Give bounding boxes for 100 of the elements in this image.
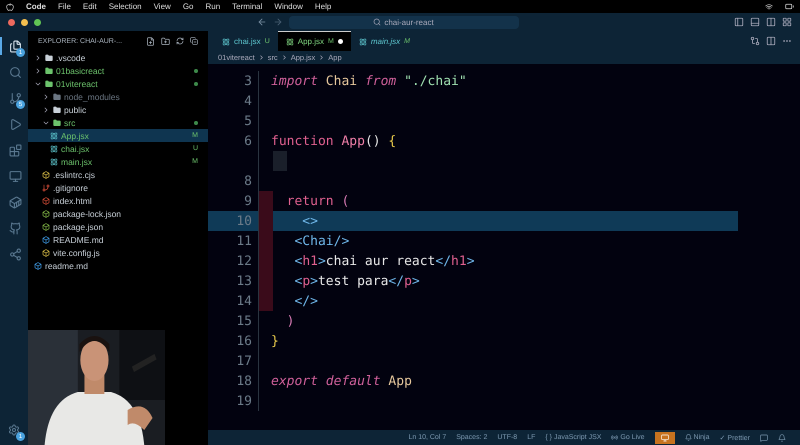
- file-tree-item[interactable]: vite.config.js: [28, 246, 208, 259]
- line-number: 13: [235, 274, 253, 288]
- code-line: <p>test para</p>: [293, 274, 420, 288]
- remote-icon: [8, 170, 22, 182]
- react-icon: [50, 132, 58, 140]
- menu-item[interactable]: Run: [205, 2, 220, 11]
- file-tree-item[interactable]: README.md: [28, 233, 208, 246]
- search-field[interactable]: chai-aur-react: [288, 16, 518, 28]
- file-tree-item[interactable]: index.html: [28, 194, 208, 207]
- refresh-icon[interactable]: [176, 37, 184, 45]
- share-icon: [8, 248, 22, 260]
- folder-icon: [45, 54, 53, 62]
- folder-icon: [45, 66, 53, 74]
- files-icon: [8, 40, 22, 52]
- menu-item[interactable]: View: [154, 2, 171, 11]
- notification-icon[interactable]: [778, 434, 786, 442]
- git-icon: [42, 184, 50, 192]
- folder-icon: [53, 118, 61, 126]
- code-line: </>: [293, 294, 318, 308]
- new-file-icon[interactable]: [146, 36, 155, 46]
- line-number: 19: [235, 394, 253, 408]
- folder-icon: [53, 92, 61, 100]
- github-icon: [8, 222, 22, 234]
- menu-item[interactable]: Help: [314, 2, 332, 11]
- sidebar-toggle-icon[interactable]: [734, 17, 744, 27]
- code-line: <>: [301, 214, 318, 228]
- line-number: 4: [243, 94, 253, 108]
- feedback-icon[interactable]: [760, 434, 768, 442]
- line-number: 6: [243, 134, 253, 148]
- code-line: export default App: [271, 374, 412, 388]
- split-editor-icon[interactable]: [766, 36, 776, 46]
- line-number: 17: [235, 354, 253, 368]
- file-tree-item[interactable]: package.json: [28, 220, 208, 233]
- battery-icon[interactable]: [785, 2, 794, 11]
- line-number: 15: [235, 314, 253, 328]
- code-line: ): [286, 314, 294, 328]
- folder-icon: [53, 106, 61, 114]
- minimize-button[interactable]: [21, 18, 28, 26]
- maximize-button[interactable]: [34, 18, 41, 26]
- menu-item[interactable]: Terminal: [232, 2, 262, 11]
- panel-toggle-icon[interactable]: [750, 17, 760, 27]
- file-tree-item[interactable]: .eslintrc.cjs: [28, 168, 208, 181]
- menu-item[interactable]: Selection: [108, 2, 142, 11]
- line-number: 11: [235, 234, 253, 248]
- broadcast-icon: [611, 434, 618, 441]
- bell-icon: [684, 434, 692, 441]
- code-line: }: [271, 334, 279, 348]
- menu-item[interactable]: File: [58, 2, 71, 11]
- line-number: 14: [235, 294, 253, 308]
- menu-item[interactable]: Code: [26, 2, 46, 11]
- forward-icon[interactable]: [272, 17, 282, 27]
- file-tree-item[interactable]: src: [28, 116, 208, 129]
- chevron-right-icon: [318, 54, 326, 61]
- search-icon: [8, 66, 22, 78]
- docker-icon: [8, 196, 22, 208]
- file-tree-item[interactable]: .vscode: [28, 51, 208, 64]
- close-button[interactable]: [8, 18, 15, 26]
- wifi-icon[interactable]: [765, 2, 773, 10]
- line-number: 12: [235, 254, 253, 268]
- new-folder-icon[interactable]: [161, 36, 170, 46]
- git-icon: [8, 92, 22, 104]
- apple-icon[interactable]: [6, 2, 14, 10]
- file-tree-item[interactable]: node_modules: [28, 90, 208, 103]
- extensions-icon: [8, 144, 22, 156]
- file-tree-item[interactable]: package-lock.json: [28, 207, 208, 220]
- file-tree-item[interactable]: readme.md: [28, 259, 208, 272]
- react-icon: [358, 38, 367, 46]
- file-tree-item[interactable]: 01vitereact: [28, 77, 208, 90]
- back-icon[interactable]: [256, 17, 266, 27]
- run-icon: [8, 118, 22, 130]
- react-icon: [50, 158, 58, 166]
- code-line: return (: [286, 194, 350, 208]
- line-number: 8: [243, 174, 253, 188]
- chevron-right-icon: [258, 54, 265, 61]
- file-tree-item[interactable]: 01basicreact: [28, 64, 208, 77]
- layout-icon[interactable]: [782, 17, 792, 27]
- react-icon: [286, 38, 294, 46]
- monitor-icon: [660, 434, 669, 442]
- line-number: 5: [243, 114, 253, 128]
- line-number: 3: [243, 74, 253, 88]
- line-number: 16: [235, 334, 253, 348]
- search-icon: [373, 18, 382, 26]
- file-tree-item[interactable]: .gitignore: [28, 181, 208, 194]
- react-icon: [222, 38, 230, 46]
- react-icon: [50, 144, 58, 152]
- line-number: 10: [235, 214, 253, 228]
- compare-icon[interactable]: [750, 36, 760, 46]
- menu-item[interactable]: Window: [274, 2, 303, 11]
- line-number: 18: [235, 374, 253, 388]
- code-line: import Chai from "./chai": [271, 74, 467, 88]
- menu-item[interactable]: Edit: [82, 2, 97, 11]
- collapse-icon[interactable]: [190, 37, 198, 45]
- chevron-right-icon: [280, 54, 288, 61]
- file-tree-item[interactable]: public: [28, 103, 208, 116]
- line-number: 9: [243, 194, 253, 208]
- folder-icon: [45, 80, 53, 88]
- split-icon[interactable]: [766, 17, 776, 27]
- code-line: function App() {: [271, 134, 396, 148]
- menu-item[interactable]: Go: [182, 2, 194, 11]
- settings-icon: [8, 424, 20, 436]
